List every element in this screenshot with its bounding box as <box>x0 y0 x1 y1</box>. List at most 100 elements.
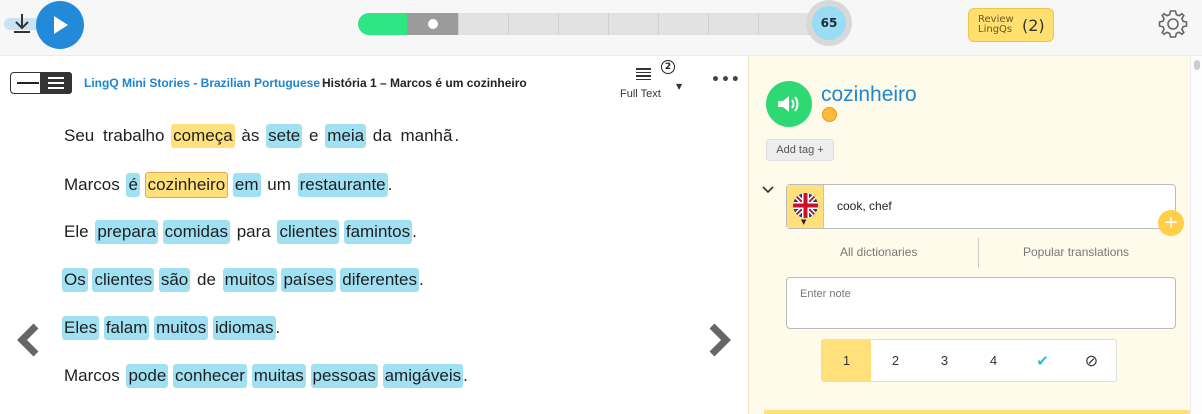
lingq-word[interactable]: amigáveis <box>382 364 464 388</box>
progress-fill <box>358 13 407 35</box>
lingq-word[interactable]: diferentes <box>340 268 419 292</box>
word[interactable]: Seu <box>62 124 96 148</box>
progress-segment-divider <box>658 13 659 35</box>
uk-flag-icon <box>793 193 818 218</box>
status-level-3[interactable]: 3 <box>920 340 969 381</box>
progress-knob[interactable] <box>428 19 438 29</box>
lingq-word[interactable]: pode <box>126 364 169 388</box>
download-icon[interactable] <box>6 10 38 38</box>
word[interactable]: trabalho <box>101 124 166 148</box>
punctuation: . <box>412 222 417 241</box>
lingq-word[interactable]: conhecer <box>173 364 247 388</box>
lesson-progress-badge: 65 <box>806 0 852 46</box>
selected-word[interactable]: cozinheiro <box>144 172 229 198</box>
popular-translations-link[interactable]: Popular translations <box>1023 245 1129 259</box>
language-select[interactable]: ▼ <box>787 185 824 228</box>
lingq-word[interactable]: sete <box>266 124 303 148</box>
lingq-word[interactable]: são <box>158 268 191 292</box>
word[interactable]: Marcos <box>62 173 122 197</box>
lingq-word[interactable]: muitos <box>154 316 209 340</box>
gear-icon[interactable] <box>1157 8 1189 40</box>
play-icon <box>54 16 68 34</box>
word[interactable]: da <box>371 124 394 148</box>
sentence: Ele prepara comidas para clientes famint… <box>62 220 417 244</box>
lingq-word[interactable]: países <box>281 268 336 292</box>
sidebar-toggle-line <box>17 82 39 84</box>
lingq-word[interactable]: Os <box>62 268 88 292</box>
status-known-check-icon[interactable]: ✔ <box>1018 340 1067 381</box>
punctuation: . <box>387 175 393 194</box>
panel-bottom-bar <box>764 410 1190 414</box>
caret-down-icon: ▼ <box>676 82 683 91</box>
course-link[interactable]: LingQ Mini Stories - Brazilian Portugues… <box>84 76 320 90</box>
lingq-word[interactable]: muitos <box>222 268 277 292</box>
lingq-word[interactable]: muitas <box>251 364 306 388</box>
note-field[interactable]: Enter note <box>786 277 1176 329</box>
word[interactable]: um <box>265 173 293 197</box>
hint-field[interactable]: cook, chef <box>837 199 892 213</box>
word[interactable]: às <box>239 124 261 148</box>
progress-segment-divider <box>508 13 509 35</box>
pronounce-button[interactable] <box>766 81 812 127</box>
lingq-word[interactable]: começa <box>171 124 235 148</box>
lingq-word[interactable]: famintos <box>343 220 413 244</box>
sentence: Marcos pode conhecer muitas pessoas amig… <box>62 364 468 388</box>
progress-segment-divider <box>708 13 709 35</box>
hint-row: ▼ cook, chef <box>786 184 1176 229</box>
chevron-down-icon[interactable] <box>762 184 774 198</box>
add-tag-button[interactable]: Add tag + <box>766 139 834 161</box>
play-button[interactable] <box>36 1 84 49</box>
lingq-word[interactable]: restaurante <box>297 173 388 197</box>
sidebar-toggle-button[interactable] <box>10 72 72 94</box>
status-level-2[interactable]: 2 <box>871 340 920 381</box>
progress-value: 65 <box>812 6 846 40</box>
panel-scrollbar[interactable] <box>1190 56 1202 414</box>
top-bar: 65 Review LingQs (2) <box>0 0 1202 56</box>
chevron-left-icon[interactable] <box>16 323 42 357</box>
chevron-right-icon[interactable] <box>706 323 732 357</box>
punctuation: . <box>463 366 468 385</box>
caret-down-icon: ▼ <box>801 218 807 226</box>
word[interactable]: Ele <box>62 220 91 244</box>
view-mode-label: Full Text <box>620 88 661 100</box>
progress-segment-divider <box>758 13 759 35</box>
sentence: Eles falam muitos idiomas. <box>62 316 280 340</box>
lingq-word[interactable]: prepara <box>95 220 158 244</box>
status-ignore-icon[interactable]: ⊘ <box>1067 340 1116 381</box>
view-mode-dropdown[interactable]: 2 ▼ Full Text <box>616 60 688 104</box>
add-hint-button[interactable]: + <box>1158 210 1184 236</box>
audio-progress-bar[interactable] <box>358 13 828 35</box>
divider <box>978 238 979 268</box>
status-level-1[interactable]: 1 <box>822 340 871 381</box>
status-level-4[interactable]: 4 <box>969 340 1018 381</box>
lingq-word[interactable]: é <box>126 173 140 197</box>
word[interactable]: Marcos <box>62 364 122 388</box>
sentence: Seu trabalho começa às sete e meia da ma… <box>62 124 459 148</box>
word[interactable]: para <box>235 220 273 244</box>
sidebar-toggle-icon <box>40 72 72 94</box>
lingq-word[interactable]: Eles <box>62 316 100 340</box>
lingq-word[interactable]: em <box>232 173 261 197</box>
lesson-title: História 1 – Marcos é um cozinheiro <box>322 76 527 90</box>
lingq-word[interactable]: idiomas <box>212 316 276 340</box>
speaker-icon <box>778 96 799 112</box>
word[interactable]: de <box>195 268 218 292</box>
lingq-word[interactable]: clientes <box>92 268 155 292</box>
lingq-word[interactable]: pessoas <box>310 364 378 388</box>
all-dictionaries-link[interactable]: All dictionaries <box>840 245 917 259</box>
review-count: (2) <box>1022 15 1045 35</box>
progress-segment-divider <box>558 13 559 35</box>
punctuation: . <box>418 270 424 289</box>
more-icon[interactable]: ••• <box>711 72 741 88</box>
word[interactable]: e <box>307 124 320 148</box>
lingq-word[interactable]: falam <box>103 316 150 340</box>
lingq-word[interactable]: clientes <box>277 220 340 244</box>
punctuation: . <box>275 318 281 337</box>
word[interactable]: manhã <box>398 124 454 148</box>
lingq-word[interactable]: comidas <box>162 220 230 244</box>
view-mode-badge: 2 <box>661 60 675 74</box>
review-lingqs-button[interactable]: Review LingQs (2) <box>968 8 1054 42</box>
sentence: Marcos é cozinheiro em um restaurante. <box>62 172 392 198</box>
lingq-word[interactable]: meia <box>325 124 367 148</box>
progress-segment-divider <box>608 13 609 35</box>
